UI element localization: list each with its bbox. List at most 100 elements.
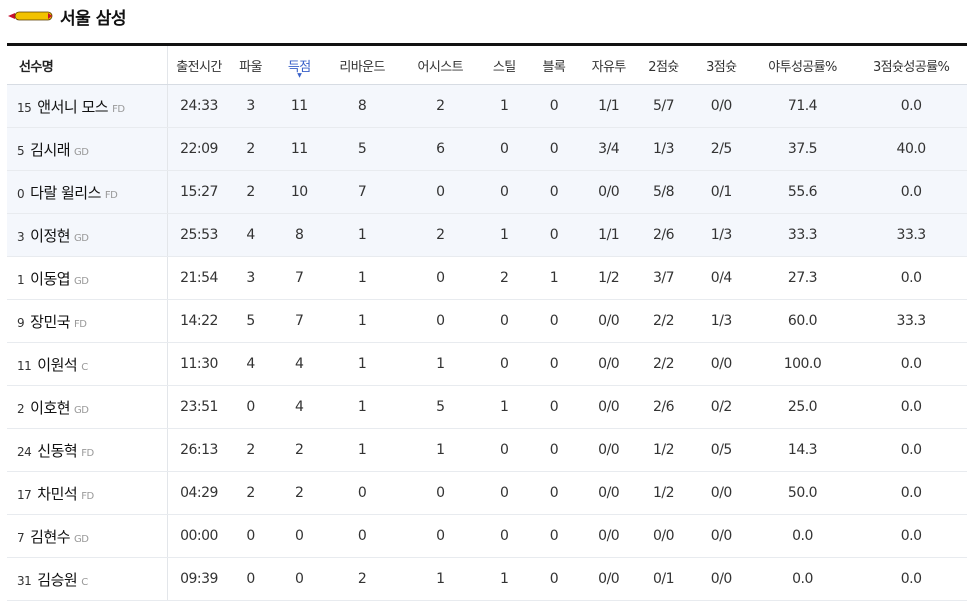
player-name[interactable]: 신동혁: [37, 442, 77, 460]
stat-two-pointers: 0/0: [634, 514, 693, 558]
stat-blocks: 0: [524, 84, 584, 128]
player-name[interactable]: 장민국: [30, 313, 70, 331]
column-header-rebounds[interactable]: 리바운드: [327, 43, 397, 85]
column-header-label: 선수명: [19, 59, 54, 75]
jersey-number: 5: [17, 143, 25, 158]
stat-free-throws: 0/0: [583, 342, 635, 386]
stat-assists: 0: [396, 299, 484, 343]
stat-three-pointers: 0/0: [692, 471, 750, 515]
stat-free-throws: 0/0: [583, 385, 635, 429]
stat-blocks: 1: [524, 256, 584, 300]
player-name[interactable]: 이동엽: [30, 270, 70, 288]
column-header-three-pct[interactable]: 3점슛성공률%: [855, 43, 967, 85]
player-cell: 3 이정현 GD: [7, 213, 168, 257]
column-header-assists[interactable]: 어시스트: [396, 43, 484, 85]
stat-points: 10: [270, 170, 328, 214]
stat-fg-pct: 50.0: [749, 471, 856, 515]
player-name[interactable]: 이호현: [30, 399, 70, 417]
stat-two-pointers: 2/2: [634, 299, 693, 343]
stat-minutes: 00:00: [167, 514, 231, 558]
stat-three-pct: 0.0: [855, 428, 967, 472]
column-header-label: 블록: [542, 59, 566, 75]
column-header-label: 스틸: [492, 59, 516, 75]
stat-assists: 6: [396, 127, 484, 171]
stat-two-pointers: 2/6: [634, 385, 693, 429]
stat-fg-pct: 0.0: [749, 514, 856, 558]
stat-fg-pct: 25.0: [749, 385, 856, 429]
stat-three-pct: 33.3: [855, 299, 967, 343]
stat-fouls: 2: [230, 471, 271, 515]
jersey-number: 7: [17, 530, 25, 545]
stat-minutes: 09:39: [167, 557, 231, 601]
stat-minutes: 11:30: [167, 342, 231, 386]
player-cell: 0 다랄 윌리스 FD: [7, 170, 168, 214]
stat-minutes: 26:13: [167, 428, 231, 472]
stat-minutes: 21:54: [167, 256, 231, 300]
stat-assists: 0: [396, 471, 484, 515]
stat-minutes: 22:09: [167, 127, 231, 171]
stat-steals: 0: [483, 342, 525, 386]
player-name[interactable]: 이정현: [30, 227, 70, 245]
stat-free-throws: 3/4: [583, 127, 635, 171]
stat-fouls: 2: [230, 127, 271, 171]
jersey-number: 1: [17, 272, 25, 287]
player-position: GD: [74, 146, 89, 158]
player-cell: 9 장민국 FD: [7, 299, 168, 343]
column-header-three-pointers[interactable]: 3점슛: [692, 43, 750, 85]
player-name[interactable]: 김승원: [37, 571, 77, 589]
column-header-label: 파울: [239, 59, 262, 75]
player-cell: 17 차민석 FD: [7, 471, 168, 515]
stat-three-pct: 40.0: [855, 127, 967, 171]
stat-two-pointers: 5/7: [634, 84, 693, 128]
column-header-fouls[interactable]: 파울: [230, 43, 271, 85]
stat-steals: 1: [483, 385, 525, 429]
column-header-label: 야투성공률%: [768, 59, 837, 75]
column-header-label: 2점슛: [648, 59, 679, 75]
stat-fouls: 5: [230, 299, 271, 343]
stat-steals: 1: [483, 557, 525, 601]
stat-three-pct: 0.0: [855, 170, 967, 214]
stat-blocks: 0: [524, 385, 584, 429]
thunders-logo: [8, 11, 53, 21]
stat-three-pct: 0.0: [855, 557, 967, 601]
player-name[interactable]: 김현수: [30, 528, 70, 546]
stat-points: 2: [270, 428, 328, 472]
player-cell: 5 김시래 GD: [7, 127, 168, 171]
stat-steals: 2: [483, 256, 525, 300]
stat-assists: 1: [396, 428, 484, 472]
player-name[interactable]: 김시래: [30, 141, 70, 159]
jersey-number: 24: [17, 444, 32, 459]
stat-fouls: 4: [230, 342, 271, 386]
table-body: 15 앤서니 모스 FD 24:33 3 11 8 2 1 0 1/1 5/7 0/0 71.4 0.0 5 김…: [7, 84, 967, 601]
player-row: 24 신동혁 FD 26:13 2 2 1 1 0 0 0/0 1/2 0/5 14.3 0.0: [7, 428, 967, 472]
stat-steals: 0: [483, 428, 525, 472]
column-header-fg-pct[interactable]: 야투성공률%: [749, 43, 856, 85]
column-header-minutes[interactable]: 출전시간: [167, 43, 231, 85]
player-name[interactable]: 이원석: [37, 356, 77, 374]
column-header-points[interactable]: 득점 ▼: [270, 43, 328, 85]
column-header-free-throws[interactable]: 자유투: [583, 43, 635, 85]
player-cell: 11 이원석 C: [7, 342, 168, 386]
stat-three-pointers: 0/0: [692, 514, 750, 558]
player-name[interactable]: 차민석: [37, 485, 77, 503]
player-position: C: [81, 576, 88, 588]
stat-three-pct: 0.0: [855, 84, 967, 128]
stat-minutes: 25:53: [167, 213, 231, 257]
player-name[interactable]: 다랄 윌리스: [30, 184, 101, 202]
column-header-two-pointers[interactable]: 2점슛: [634, 43, 693, 85]
player-cell: 15 앤서니 모스 FD: [7, 84, 168, 128]
stat-free-throws: 0/0: [583, 299, 635, 343]
stat-three-pointers: 0/1: [692, 170, 750, 214]
stat-steals: 0: [483, 471, 525, 515]
stat-three-pointers: 0/5: [692, 428, 750, 472]
column-header-blocks[interactable]: 블록: [524, 43, 584, 85]
player-row: 31 김승원 C 09:39 0 0 2 1 1 0 0/0 0/1 0/0 0.0 0.0: [7, 557, 967, 601]
column-header-player-name[interactable]: 선수명: [7, 43, 168, 85]
stat-fouls: 4: [230, 213, 271, 257]
column-header-steals[interactable]: 스틸: [483, 43, 525, 85]
player-name[interactable]: 앤서니 모스: [37, 98, 108, 116]
column-header-label: 출전시간: [176, 59, 222, 75]
stat-assists: 0: [396, 256, 484, 300]
team-header: 서울 삼성: [8, 0, 126, 32]
stat-assists: 1: [396, 557, 484, 601]
